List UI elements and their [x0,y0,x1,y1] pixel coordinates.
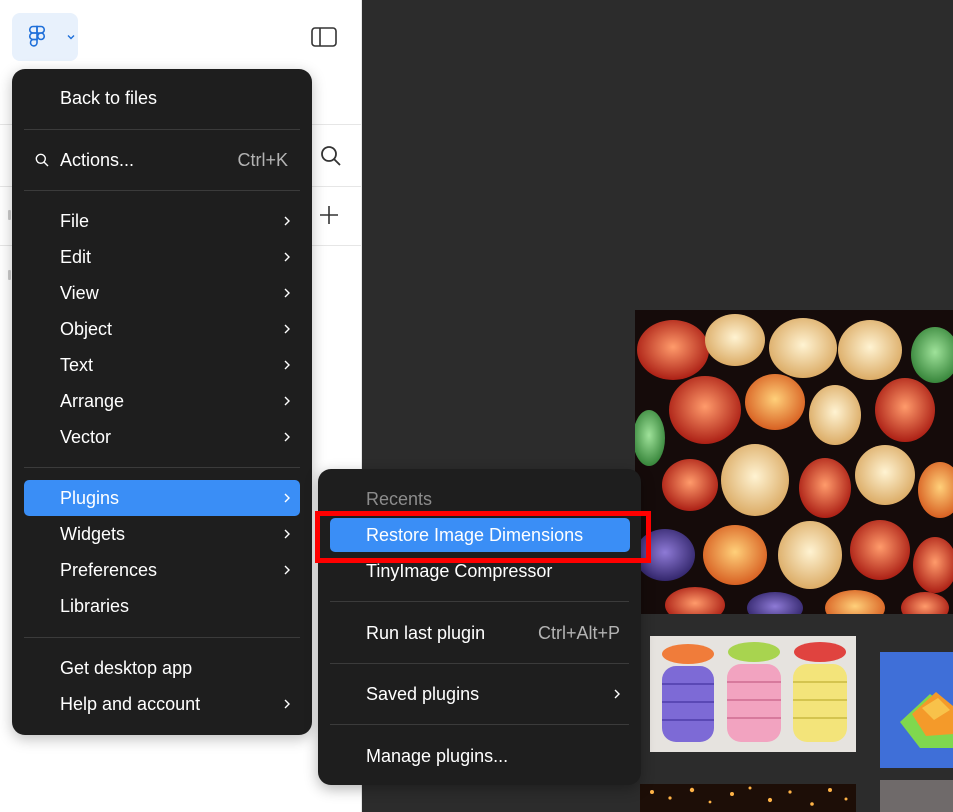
chevron-right-icon [284,493,290,503]
menu-item-plugins[interactable]: Plugins [24,480,300,516]
menu-divider [330,724,629,725]
menu-item-edit[interactable]: Edit [24,239,300,275]
chevron-right-icon [284,529,290,539]
sky-lanterns-image[interactable] [640,784,856,812]
plugin-item-manage-plugins[interactable]: Manage plugins... [330,739,630,773]
menu-item-label: Plugins [60,488,120,508]
menu-item-text[interactable]: Text [24,347,300,383]
figma-logo-icon [29,25,46,47]
chevron-right-icon [284,396,290,406]
menu-item-arrange[interactable]: Arrange [24,383,300,419]
origami-tile-image[interactable] [880,652,953,768]
menu-item-label: Vector [60,427,112,447]
menu-item-label: Object [60,319,113,339]
menu-divider [24,129,300,130]
chevron-right-icon [284,252,290,262]
menu-item-back-to-files[interactable]: Back to files [24,80,300,116]
search-icon [35,153,49,167]
highlight-box [315,511,651,563]
plugin-item-saved-plugins[interactable]: Saved plugins [330,677,630,711]
shortcut-text: Ctrl+Alt+P [537,623,620,643]
sidebar-toggle-icon[interactable] [311,27,337,47]
menu-item-label: Actions... [60,150,135,170]
chevron-right-icon [284,565,290,575]
chevron-right-icon [614,689,620,699]
plugin-label: Saved plugins [366,684,480,704]
menu-divider [24,637,300,638]
lanterns-image[interactable] [635,310,953,614]
main-menu-button[interactable] [12,13,78,61]
menu-item-label: Help and account [60,694,201,714]
menu-item-label: Libraries [60,596,130,616]
menu-item-label: Preferences [60,560,158,580]
menu-item-get-desktop-app[interactable]: Get desktop app [24,650,300,686]
menu-item-view[interactable]: View [24,275,300,311]
menu-item-preferences[interactable]: Preferences [24,552,300,588]
shortcut-text: Ctrl+K [237,150,288,170]
menu-divider [24,467,300,468]
chevron-down-icon [67,35,75,40]
menu-item-label: Text [60,355,94,375]
plugin-label: Run last plugin [366,623,486,643]
chevron-right-icon [284,216,290,226]
chevron-right-icon [284,324,290,334]
chevron-right-icon [284,432,290,442]
drag-handle [8,210,11,220]
menu-item-label: Get desktop app [60,658,193,678]
main-menu: Back to files Actions... Ctrl+K File Edi… [12,69,312,735]
plus-icon[interactable] [319,205,339,225]
plugin-item-run-last-plugin[interactable]: Run last plugin Ctrl+Alt+P [330,616,630,650]
plugin-label: Manage plugins... [366,746,509,766]
menu-divider [24,190,300,191]
menu-item-label: File [60,211,90,231]
menu-item-libraries[interactable]: Libraries [24,588,300,624]
search-icon[interactable] [320,145,342,167]
menu-divider [330,601,629,602]
menu-item-vector[interactable]: Vector [24,419,300,455]
menu-item-help-and-account[interactable]: Help and account [24,686,300,722]
chevron-right-icon [284,288,290,298]
photo-tile-image[interactable] [880,780,953,812]
menu-item-label: View [60,283,99,303]
menu-item-object[interactable]: Object [24,311,300,347]
menu-item-widgets[interactable]: Widgets [24,516,300,552]
menu-item-label: Widgets [60,524,126,544]
menu-item-label: Back to files [60,88,158,108]
menu-divider [330,663,629,664]
menu-item-actions[interactable]: Actions... Ctrl+K [24,142,300,178]
chevron-right-icon [284,699,290,709]
menu-item-file[interactable]: File [24,203,300,239]
menu-item-label: Arrange [60,391,125,411]
layer-chevron [8,270,11,280]
chevron-right-icon [284,360,290,370]
origami-image[interactable] [650,636,856,752]
menu-item-label: Edit [60,247,92,267]
